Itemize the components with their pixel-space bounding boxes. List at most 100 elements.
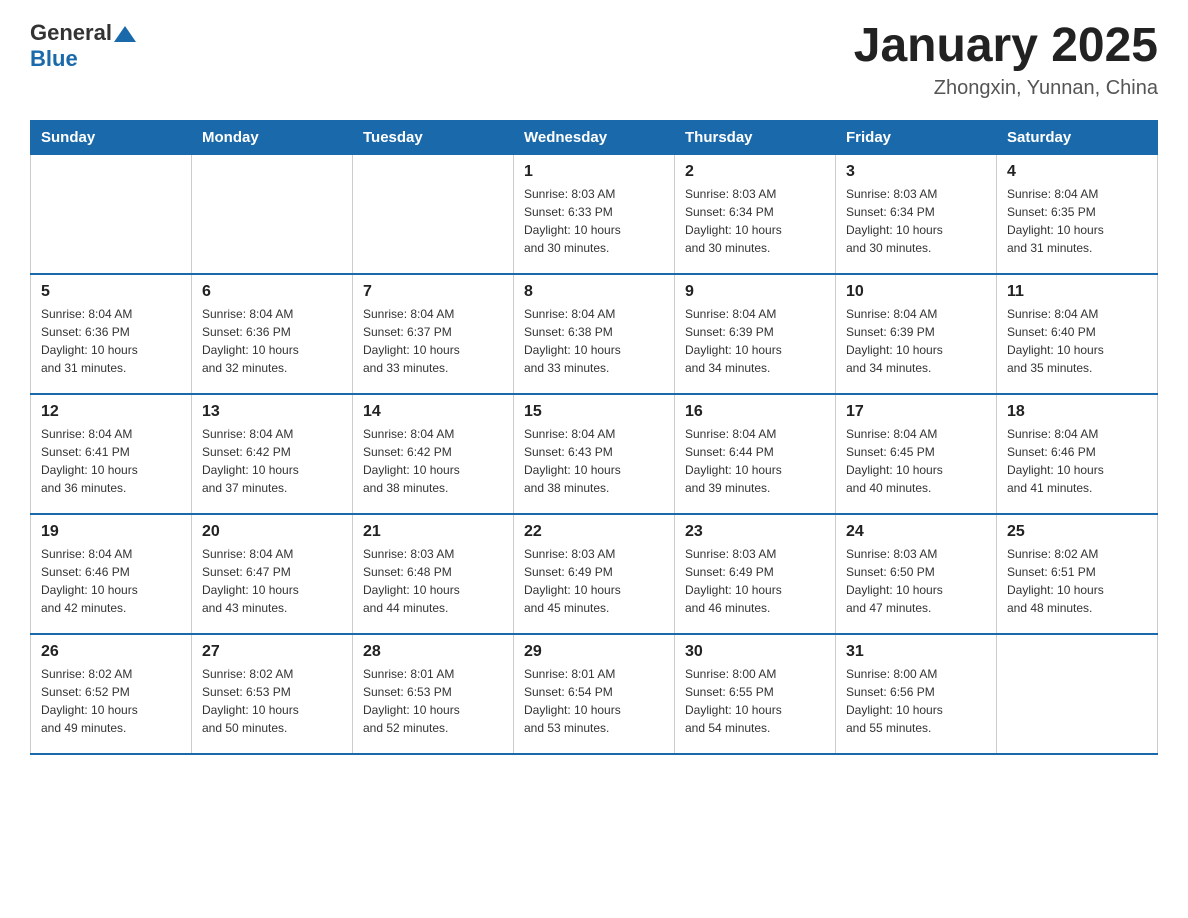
day-info: Sunrise: 8:04 AM Sunset: 6:37 PM Dayligh…: [363, 305, 503, 377]
logo: General Blue: [30, 20, 136, 72]
day-of-week-header: Monday: [192, 120, 353, 154]
calendar-cell: 14 Sunrise: 8:04 AM Sunset: 6:42 PM Dayli…: [353, 394, 514, 514]
calendar-cell: 24Sunrise: 8:03 AM Sunset: 6:50 PM Dayli…: [836, 514, 997, 634]
day-info: Sunrise: 8:03 AM Sunset: 6:34 PM Dayligh…: [846, 185, 986, 257]
day-info: Sunrise: 8:04 AM Sunset: 6:45 PM Dayligh…: [846, 425, 986, 497]
day-number: 3: [846, 163, 986, 181]
logo-blue-text: Blue: [30, 46, 78, 72]
calendar-cell: 4 Sunrise: 8:04 AM Sunset: 6:35 PM Daylig…: [997, 154, 1158, 274]
day-info: Sunrise: 8:04 AM Sunset: 6:42 PM Dayligh…: [363, 425, 503, 497]
calendar-cell: 25 Sunrise: 8:02 AM Sunset: 6:51 PM Dayli…: [997, 514, 1158, 634]
calendar-cell: 27Sunrise: 8:02 AM Sunset: 6:53 PM Dayli…: [192, 634, 353, 754]
calendar-cell: 12 Sunrise: 8:04 AM Sunset: 6:41 PM Dayli…: [31, 394, 192, 514]
calendar-cell: 11 Sunrise: 8:04 AM Sunset: 6:40 PM Dayli…: [997, 274, 1158, 394]
day-number: 10: [846, 283, 986, 301]
day-info: Sunrise: 8:04 AM Sunset: 6:46 PM Dayligh…: [1007, 425, 1147, 497]
calendar-subtitle: Zhongxin, Yunnan, China: [854, 77, 1158, 100]
day-info: Sunrise: 8:01 AM Sunset: 6:53 PM Dayligh…: [363, 665, 503, 737]
day-number: 6: [202, 283, 342, 301]
title-block: January 2025 Zhongxin, Yunnan, China: [854, 20, 1158, 100]
calendar-cell: 18 Sunrise: 8:04 AM Sunset: 6:46 PM Dayli…: [997, 394, 1158, 514]
day-number: 20: [202, 523, 342, 541]
day-info: Sunrise: 8:04 AM Sunset: 6:40 PM Dayligh…: [1007, 305, 1147, 377]
calendar-cell: 6 Sunrise: 8:04 AM Sunset: 6:36 PM Daylig…: [192, 274, 353, 394]
day-number: 7: [363, 283, 503, 301]
calendar-cell: 22 Sunrise: 8:03 AM Sunset: 6:49 PM Dayli…: [514, 514, 675, 634]
day-of-week-header: Friday: [836, 120, 997, 154]
calendar-cell: 7 Sunrise: 8:04 AM Sunset: 6:37 PM Daylig…: [353, 274, 514, 394]
day-number: 29: [524, 643, 664, 661]
day-number: 17: [846, 403, 986, 421]
day-number: 16: [685, 403, 825, 421]
day-info: Sunrise: 8:04 AM Sunset: 6:39 PM Dayligh…: [685, 305, 825, 377]
day-number: 19: [41, 523, 181, 541]
day-info: Sunrise: 8:04 AM Sunset: 6:44 PM Dayligh…: [685, 425, 825, 497]
day-number: 11: [1007, 283, 1147, 301]
calendar-cell: 21Sunrise: 8:03 AM Sunset: 6:48 PM Dayli…: [353, 514, 514, 634]
day-number: 31: [846, 643, 986, 661]
day-info: Sunrise: 8:03 AM Sunset: 6:33 PM Dayligh…: [524, 185, 664, 257]
day-info: Sunrise: 8:03 AM Sunset: 6:49 PM Dayligh…: [685, 545, 825, 617]
day-of-week-header: Tuesday: [353, 120, 514, 154]
calendar-week-row: 19 Sunrise: 8:04 AM Sunset: 6:46 PM Dayli…: [31, 514, 1158, 634]
calendar-table: SundayMondayTuesdayWednesdayThursdayFrid…: [30, 120, 1158, 756]
day-number: 15: [524, 403, 664, 421]
logo-general-text: General: [30, 20, 112, 46]
page-header: General Blue January 2025 Zhongxin, Yunn…: [30, 20, 1158, 100]
day-info: Sunrise: 8:00 AM Sunset: 6:56 PM Dayligh…: [846, 665, 986, 737]
day-number: 9: [685, 283, 825, 301]
day-of-week-header: Thursday: [675, 120, 836, 154]
calendar-cell: 3 Sunrise: 8:03 AM Sunset: 6:34 PM Daylig…: [836, 154, 997, 274]
day-info: Sunrise: 8:00 AM Sunset: 6:55 PM Dayligh…: [685, 665, 825, 737]
calendar-week-row: 26Sunrise: 8:02 AM Sunset: 6:52 PM Dayli…: [31, 634, 1158, 754]
calendar-cell: 31 Sunrise: 8:00 AM Sunset: 6:56 PM Dayli…: [836, 634, 997, 754]
calendar-cell: 29Sunrise: 8:01 AM Sunset: 6:54 PM Dayli…: [514, 634, 675, 754]
day-info: Sunrise: 8:04 AM Sunset: 6:35 PM Dayligh…: [1007, 185, 1147, 257]
day-number: 28: [363, 643, 503, 661]
day-of-week-header: Saturday: [997, 120, 1158, 154]
day-number: 5: [41, 283, 181, 301]
day-number: 25: [1007, 523, 1147, 541]
day-number: 4: [1007, 163, 1147, 181]
day-info: Sunrise: 8:04 AM Sunset: 6:46 PM Dayligh…: [41, 545, 181, 617]
day-number: 1: [524, 163, 664, 181]
calendar-cell: 19 Sunrise: 8:04 AM Sunset: 6:46 PM Dayli…: [31, 514, 192, 634]
calendar-cell: 13 Sunrise: 8:04 AM Sunset: 6:42 PM Dayli…: [192, 394, 353, 514]
day-info: Sunrise: 8:04 AM Sunset: 6:41 PM Dayligh…: [41, 425, 181, 497]
day-number: 23: [685, 523, 825, 541]
calendar-title: January 2025: [854, 20, 1158, 73]
calendar-cell: 23 Sunrise: 8:03 AM Sunset: 6:49 PM Dayli…: [675, 514, 836, 634]
day-info: Sunrise: 8:04 AM Sunset: 6:39 PM Dayligh…: [846, 305, 986, 377]
day-info: Sunrise: 8:02 AM Sunset: 6:51 PM Dayligh…: [1007, 545, 1147, 617]
calendar-cell: 1 Sunrise: 8:03 AM Sunset: 6:33 PM Daylig…: [514, 154, 675, 274]
day-info: Sunrise: 8:04 AM Sunset: 6:42 PM Dayligh…: [202, 425, 342, 497]
day-number: 12: [41, 403, 181, 421]
day-number: 18: [1007, 403, 1147, 421]
day-of-week-header: Wednesday: [514, 120, 675, 154]
day-number: 22: [524, 523, 664, 541]
day-info: Sunrise: 8:04 AM Sunset: 6:38 PM Dayligh…: [524, 305, 664, 377]
calendar-cell: 28 Sunrise: 8:01 AM Sunset: 6:53 PM Dayli…: [353, 634, 514, 754]
calendar-week-row: 12 Sunrise: 8:04 AM Sunset: 6:41 PM Dayli…: [31, 394, 1158, 514]
calendar-cell: 15 Sunrise: 8:04 AM Sunset: 6:43 PM Dayli…: [514, 394, 675, 514]
day-info: Sunrise: 8:04 AM Sunset: 6:47 PM Dayligh…: [202, 545, 342, 617]
day-of-week-header: Sunday: [31, 120, 192, 154]
calendar-week-row: 1 Sunrise: 8:03 AM Sunset: 6:33 PM Daylig…: [31, 154, 1158, 274]
calendar-cell: [192, 154, 353, 274]
calendar-cell: [353, 154, 514, 274]
calendar-cell: [997, 634, 1158, 754]
calendar-header-row: SundayMondayTuesdayWednesdayThursdayFrid…: [31, 120, 1158, 154]
calendar-cell: 20 Sunrise: 8:04 AM Sunset: 6:47 PM Dayli…: [192, 514, 353, 634]
day-number: 14: [363, 403, 503, 421]
logo-triangle-icon: [114, 24, 136, 44]
day-number: 8: [524, 283, 664, 301]
day-info: Sunrise: 8:03 AM Sunset: 6:49 PM Dayligh…: [524, 545, 664, 617]
day-number: 21: [363, 523, 503, 541]
day-info: Sunrise: 8:02 AM Sunset: 6:52 PM Dayligh…: [41, 665, 181, 737]
calendar-cell: 2Sunrise: 8:03 AM Sunset: 6:34 PM Daylig…: [675, 154, 836, 274]
calendar-cell: 9 Sunrise: 8:04 AM Sunset: 6:39 PM Daylig…: [675, 274, 836, 394]
day-info: Sunrise: 8:04 AM Sunset: 6:43 PM Dayligh…: [524, 425, 664, 497]
day-info: Sunrise: 8:04 AM Sunset: 6:36 PM Dayligh…: [202, 305, 342, 377]
calendar-cell: 17 Sunrise: 8:04 AM Sunset: 6:45 PM Dayli…: [836, 394, 997, 514]
day-number: 13: [202, 403, 342, 421]
